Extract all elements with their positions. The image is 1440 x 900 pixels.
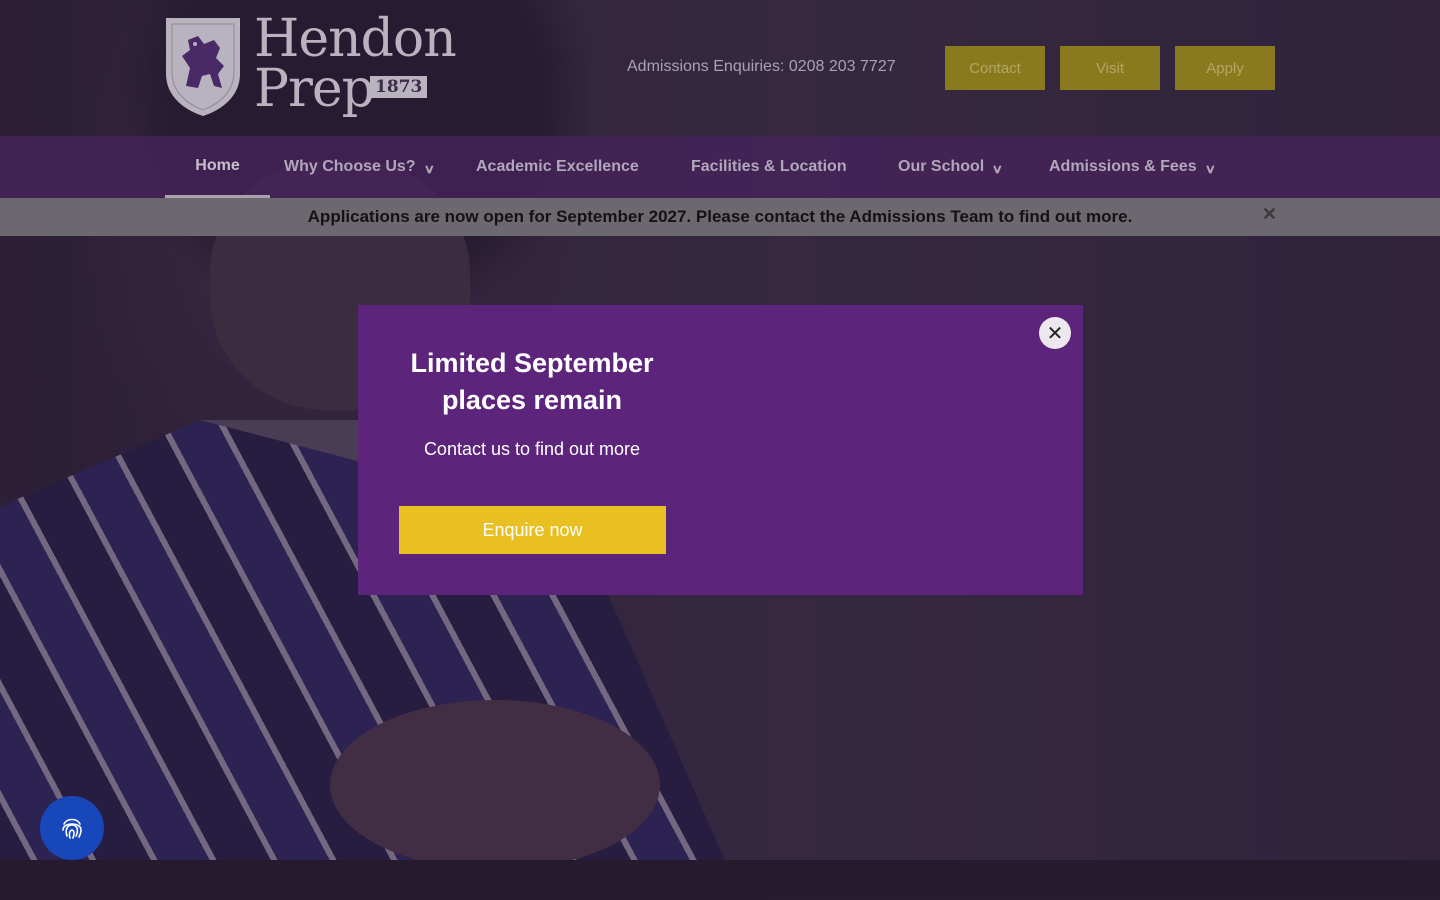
contact-button[interactable]: Contact [945,46,1045,90]
accessibility-button[interactable] [40,796,104,860]
visit-button[interactable]: Visit [1060,46,1160,90]
crest-icon [166,18,240,116]
enquiry-modal: Limited September places remain Contact … [358,305,1083,595]
nav-item-why-choose-us[interactable]: Why Choose Us? ∨ [284,136,435,198]
nav-item-admissions-fees[interactable]: Admissions & Fees ∨ [1049,136,1216,198]
modal-subtitle: Contact us to find out more [423,439,641,459]
admissions-phone[interactable]: Admissions Enquiries: 0208 203 7727 [627,58,896,76]
nav-item-facilities-location[interactable]: Facilities & Location [691,136,847,198]
chevron-down-icon: ∨ [1204,162,1216,176]
nav-item-home[interactable]: Home [165,136,270,198]
modal-title: Limited September places remain [410,348,654,415]
fingerprint-icon [62,818,82,839]
nav-item-our-school[interactable]: Our School ∨ [898,136,1004,198]
chevron-down-icon: ∨ [991,162,1004,176]
logo-year: 1873 [370,76,428,98]
nav-item-academic-excellence[interactable]: Academic Excellence [476,136,639,198]
announcement-banner: Applications are now open for September … [0,198,1440,236]
apply-button[interactable]: Apply [1175,46,1275,90]
site-logo[interactable]: Hendon Prep 1873 [164,13,457,120]
enquire-now-button[interactable]: Enquire now [399,506,666,554]
close-icon[interactable]: ✕ [1262,204,1277,225]
close-icon[interactable]: ✕ [1039,317,1071,349]
logo-wordmark: Hendon Prep [254,9,457,119]
site-header: Hendon Prep 1873 Admissions Enquiries: 0… [0,0,1440,136]
chevron-down-icon: ∨ [423,162,435,176]
announcement-text: Applications are now open for September … [307,207,1133,226]
main-nav: Home Why Choose Us? ∨ Academic Excellence… [0,136,1440,198]
